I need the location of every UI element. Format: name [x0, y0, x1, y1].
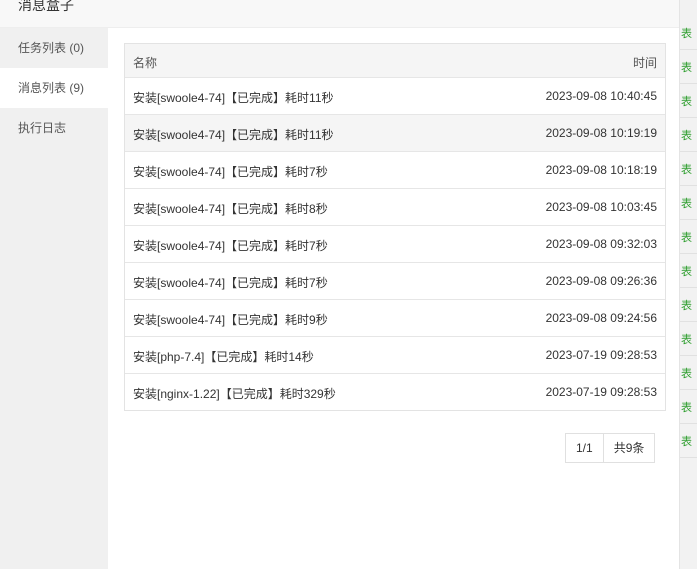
message-time: 2023-07-19 09:28:53 — [545, 348, 657, 362]
background-strip-text: 表 — [681, 266, 692, 278]
background-strip-text: 表 — [681, 164, 692, 176]
message-table: 名称 时间 安装[swoole4-74]【已完成】耗时11秒 2023-09-08… — [124, 43, 666, 411]
message-time: 2023-09-08 10:18:19 — [545, 163, 657, 177]
sidebar-item-label: 任务列表 (0) — [18, 41, 85, 55]
sidebar-item-logs[interactable]: 执行日志 — [0, 108, 108, 148]
sidebar-item-label: 消息列表 (9) — [18, 81, 85, 95]
background-strip-item: 表 — [680, 186, 697, 220]
message-time: 2023-09-08 09:24:56 — [545, 311, 657, 325]
background-strip-text: 表 — [681, 334, 692, 346]
message-name: 安装[php-7.4]【已完成】耗时14秒 — [133, 350, 314, 364]
background-strip-text: 表 — [681, 28, 692, 40]
message-time: 2023-09-08 10:40:45 — [545, 89, 657, 103]
background-strip-text: 表 — [681, 368, 692, 380]
table-row: 安装[swoole4-74]【已完成】耗时7秒 2023-09-08 09:32:… — [125, 226, 665, 263]
message-name: 安装[swoole4-74]【已完成】耗时9秒 — [133, 313, 328, 327]
message-box-dialog: 消息盒子 任务列表 (0) 消息列表 (9) 执行日志 名称 时间 安装[swo… — [0, 0, 679, 569]
message-time: 2023-09-08 10:03:45 — [545, 200, 657, 214]
column-header-time: 时间 — [632, 56, 657, 70]
background-strip-text: 表 — [681, 300, 692, 312]
background-strip-text: 表 — [681, 130, 692, 142]
message-time: 2023-09-08 10:19:19 — [545, 126, 657, 140]
background-strip-item: 表 — [680, 16, 697, 50]
background-strip-text: 表 — [681, 62, 692, 74]
sidebar-item-messages[interactable]: 消息列表 (9) — [0, 68, 108, 108]
page-indicator[interactable]: 1/1 — [566, 434, 603, 462]
message-time: 2023-09-08 09:26:36 — [545, 274, 657, 288]
background-strip-item: 表 — [680, 254, 697, 288]
background-strip-text: 表 — [681, 198, 692, 210]
table-row: 安装[swoole4-74]【已完成】耗时7秒 2023-09-08 10:18:… — [125, 152, 665, 189]
background-strip-item: 表 — [680, 288, 697, 322]
dialog-title: 消息盒子 — [18, 0, 74, 13]
message-time: 2023-09-08 09:32:03 — [545, 237, 657, 251]
background-strip-text: 表 — [681, 232, 692, 244]
table-header: 名称 时间 — [125, 44, 665, 78]
background-strip-text: 表 — [681, 96, 692, 108]
table-row: 安装[swoole4-74]【已完成】耗时7秒 2023-09-08 09:26:… — [125, 263, 665, 300]
table-row: 安装[swoole4-74]【已完成】耗时11秒 2023-09-08 10:19… — [125, 115, 665, 152]
table-row: 安装[swoole4-74]【已完成】耗时9秒 2023-09-08 09:24:… — [125, 300, 665, 337]
sidebar-item-tasks[interactable]: 任务列表 (0) — [0, 28, 108, 68]
table-row: 安装[php-7.4]【已完成】耗时14秒 2023-07-19 09:28:53 — [125, 337, 665, 374]
background-strip-item: 表 — [680, 84, 697, 118]
table-body: 安装[swoole4-74]【已完成】耗时11秒 2023-09-08 10:40… — [125, 78, 665, 410]
background-strip-text: 表 — [681, 402, 692, 414]
table-row: 安装[swoole4-74]【已完成】耗时11秒 2023-09-08 10:40… — [125, 78, 665, 115]
background-strip-item: 表 — [680, 424, 697, 458]
background-strip-item: 表 — [680, 118, 697, 152]
background-strip-text: 表 — [681, 436, 692, 448]
message-name: 安装[swoole4-74]【已完成】耗时8秒 — [133, 202, 328, 216]
sidebar-item-label: 执行日志 — [18, 121, 67, 135]
background-page-strip: 表表表表表表表表表表表表表 — [679, 0, 697, 569]
message-name: 安装[swoole4-74]【已完成】耗时11秒 — [133, 91, 334, 105]
message-time: 2023-07-19 09:28:53 — [545, 385, 657, 399]
sidebar: 任务列表 (0) 消息列表 (9) 执行日志 — [0, 28, 108, 569]
column-header-name: 名称 — [133, 56, 158, 70]
message-name: 安装[swoole4-74]【已完成】耗时7秒 — [133, 165, 328, 179]
dialog-title-bar: 消息盒子 — [0, 0, 679, 28]
table-row: 安装[nginx-1.22]【已完成】耗时329秒 2023-07-19 09:2… — [125, 374, 665, 410]
message-name: 安装[swoole4-74]【已完成】耗时7秒 — [133, 239, 328, 253]
background-strip-item: 表 — [680, 390, 697, 424]
background-strip-item: 表 — [680, 50, 697, 84]
background-strip-item: 表 — [680, 152, 697, 186]
background-strip-item: 表 — [680, 356, 697, 390]
background-strip-item: 表 — [680, 322, 697, 356]
message-list-panel: 名称 时间 安装[swoole4-74]【已完成】耗时11秒 2023-09-08… — [108, 28, 679, 569]
message-name: 安装[swoole4-74]【已完成】耗时7秒 — [133, 276, 328, 290]
message-name: 安装[swoole4-74]【已完成】耗时11秒 — [133, 128, 334, 142]
background-strip-item: 表 — [680, 220, 697, 254]
table-row: 安装[swoole4-74]【已完成】耗时8秒 2023-09-08 10:03:… — [125, 189, 665, 226]
message-name: 安装[nginx-1.22]【已完成】耗时329秒 — [133, 387, 336, 401]
pagination: 1/1 共9条 — [565, 433, 656, 463]
total-count: 共9条 — [602, 434, 655, 462]
